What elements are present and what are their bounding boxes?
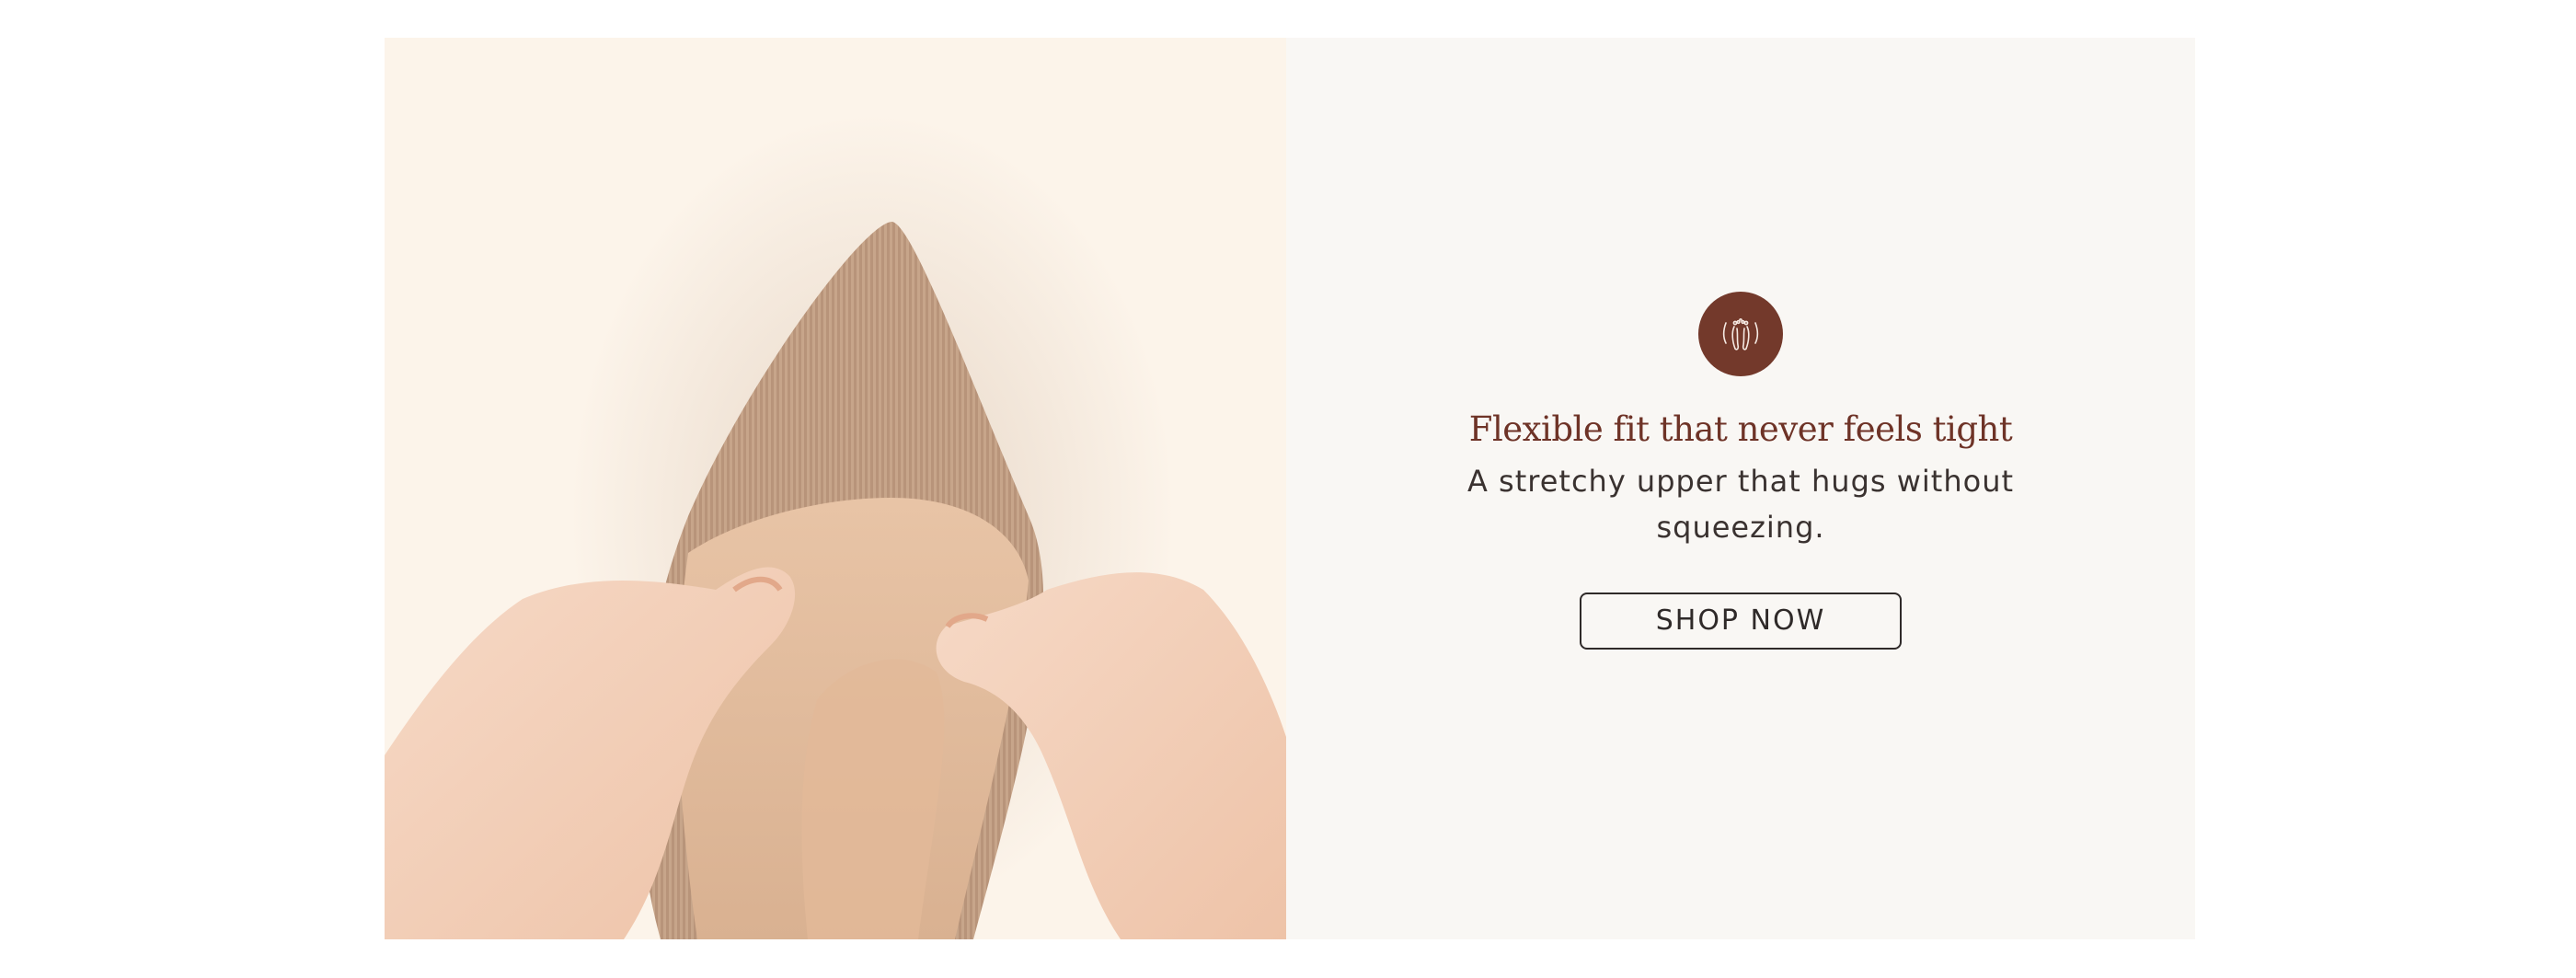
feature-section: Flexible fit that never feels tight A st… (385, 38, 2195, 939)
shop-now-button[interactable]: SHOP NOW (1580, 592, 1902, 650)
product-image (385, 38, 1286, 939)
feature-description: A stretchy upper that hugs without squee… (1466, 463, 2015, 545)
feature-content: Flexible fit that never feels tight A st… (1286, 38, 2195, 939)
feature-headline: Flexible fit that never feels tight (1468, 408, 2013, 449)
feet-icon (1698, 291, 1783, 376)
